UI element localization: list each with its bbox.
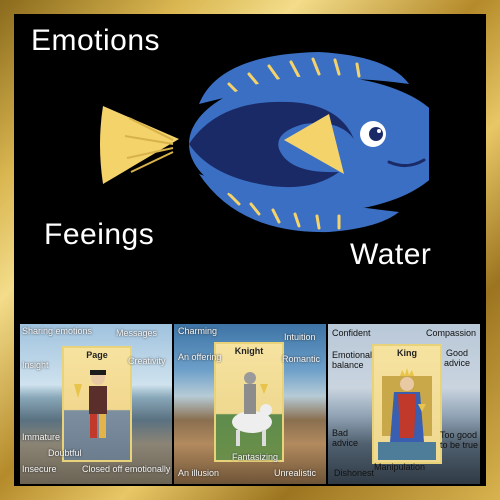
tag-confident: Confident bbox=[332, 328, 371, 338]
page-figure bbox=[74, 370, 107, 438]
tag-manipulation: Manipulation bbox=[374, 462, 426, 472]
king-card: King bbox=[372, 344, 442, 464]
tag-emotional-balance: Emotional balance bbox=[332, 350, 373, 370]
tag-compassion: Compassion bbox=[426, 328, 477, 338]
king-card-title: King bbox=[397, 348, 417, 358]
knight-card: Knight bbox=[214, 342, 284, 462]
tag-charming: Charming bbox=[178, 326, 218, 336]
tag-insecure: Insecure bbox=[22, 464, 57, 474]
tag-an-illusion: An illusion bbox=[178, 468, 220, 478]
tag-intuition: Intuition bbox=[284, 332, 316, 342]
knight-card-title: Knight bbox=[234, 346, 264, 356]
tag-too-good: Too good to be true bbox=[440, 430, 479, 450]
king-figure bbox=[378, 368, 436, 460]
knight-panel: Knight Charming Intuition An offering Ro… bbox=[174, 324, 326, 484]
tag-bad-advice: Bad advice bbox=[332, 428, 359, 448]
tag-fantasizing: Fantasizing bbox=[232, 452, 279, 462]
page-card: Page bbox=[62, 346, 132, 462]
knight-figure bbox=[232, 372, 272, 446]
tag-good-advice: Good advice bbox=[443, 348, 470, 368]
tag-messages: Messages bbox=[116, 328, 158, 338]
tag-unrealistic: Unrealistic bbox=[274, 468, 317, 478]
king-panel: King Confident Compassion Emotional bala… bbox=[328, 324, 480, 484]
tarot-panels: Page Sharing emotions Messages Insight C… bbox=[20, 324, 480, 484]
tag-romantic: Romantic bbox=[282, 354, 321, 364]
page-panel: Page Sharing emotions Messages Insight C… bbox=[20, 324, 172, 484]
tag-immature: Immature bbox=[22, 432, 61, 442]
tag-insight: Insight bbox=[22, 360, 49, 370]
tag-sharing-emotions: Sharing emotions bbox=[22, 326, 93, 336]
tag-creativity: Creativity bbox=[128, 356, 166, 366]
tag-dishonest: Dishonest bbox=[334, 468, 375, 478]
fish-illustration bbox=[100, 52, 429, 233]
fish-tail bbox=[100, 106, 179, 184]
tag-an-offering: An offering bbox=[178, 352, 222, 362]
black-canvas: Emotions Feeings Water Page Sharing emot… bbox=[14, 14, 486, 486]
fish-pupil bbox=[369, 127, 383, 141]
page-card-title: Page bbox=[86, 350, 108, 360]
tag-doubtful: Doubtful bbox=[48, 448, 82, 458]
tag-closed-off: Closed off emotionally bbox=[82, 464, 171, 474]
